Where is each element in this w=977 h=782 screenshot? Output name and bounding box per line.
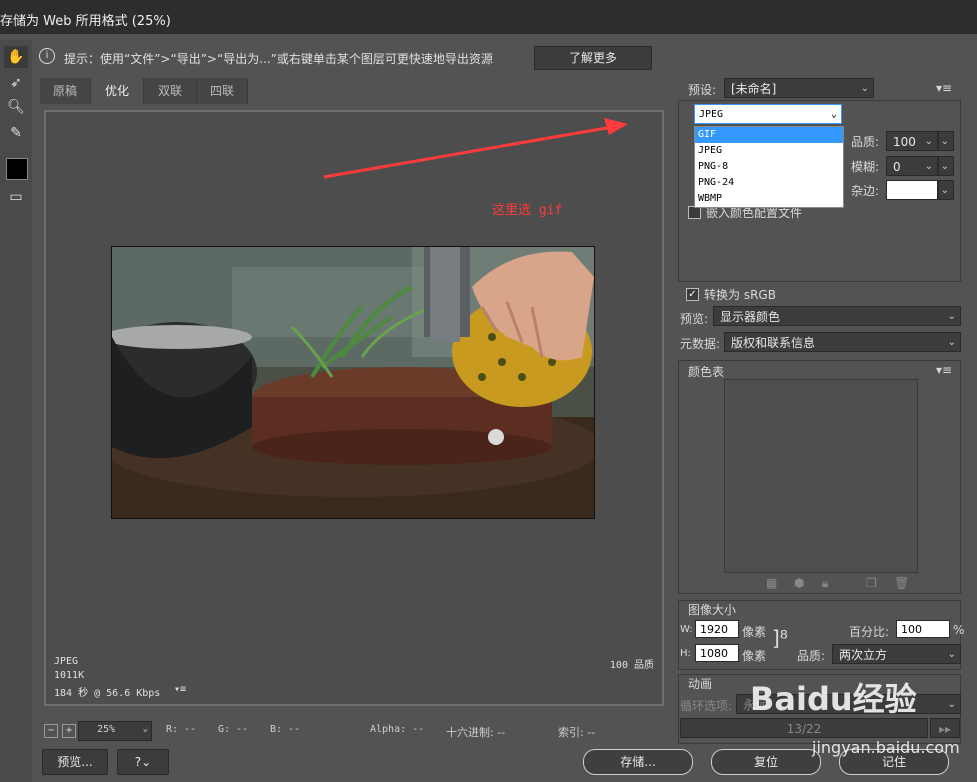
info-format: JPEG (54, 656, 79, 667)
readout-hex: 十六进制: -- (446, 726, 506, 739)
quality-slider-button[interactable]: ⌄ (938, 131, 954, 151)
matte-color-swatch[interactable] (886, 180, 938, 200)
convert-srgb-label: 转换为 sRGB (704, 288, 776, 302)
chevron-down-icon: ⌄ (947, 311, 956, 322)
format-select[interactable]: JPEG ⌄ (694, 104, 842, 124)
chevron-down-icon: ⌄ (830, 109, 837, 120)
readout-b: B: -- (270, 724, 301, 735)
chevron-down-icon: ⌄ (940, 185, 949, 196)
format-option-gif[interactable]: GIF (695, 127, 843, 143)
resample-quality-label: 品质: (797, 649, 826, 663)
width-label: W: (680, 624, 693, 635)
preset-label: 预设: (688, 83, 717, 97)
format-option-jpeg[interactable]: JPEG (695, 143, 843, 159)
quality-select[interactable]: 100 ⌄ (886, 131, 938, 151)
zoom-select[interactable]: 25% ⌄ (78, 721, 152, 741)
chevron-down-icon: ⌄ (924, 161, 933, 172)
color-table-title: 颜色表 (688, 365, 725, 379)
quality-value: 100 (893, 135, 916, 149)
cube-icon[interactable]: ⬢ (794, 576, 804, 590)
percent-label: 百分比: (849, 625, 890, 639)
zoom-value: 25% (97, 724, 116, 735)
chevron-down-icon: ⌄ (947, 699, 956, 710)
readout-index: 索引: -- (558, 726, 596, 739)
preview-value: 显示器颜色 (720, 310, 781, 324)
color-table-menu-icon[interactable]: ▾≡ (936, 363, 952, 377)
status-bar: − + 25% ⌄ R: -- G: -- B: -- Alpha: -- 十六… (40, 718, 666, 742)
zoom-out-button[interactable]: − (44, 724, 58, 738)
readout-r: R: -- (166, 724, 197, 735)
format-dropdown-menu: GIF JPEG PNG-8 PNG-24 WBMP (694, 126, 844, 208)
new-color-icon[interactable]: ❐ (866, 576, 877, 590)
blur-select[interactable]: 0 ⌄ (886, 156, 938, 176)
height-label: H: (680, 648, 691, 659)
chevron-down-icon: ⌄ (940, 136, 949, 147)
width-field[interactable]: 1920 (695, 620, 739, 638)
blur-label: 模糊: (851, 160, 880, 174)
metadata-select[interactable]: 版权和联系信息 ⌄ (724, 332, 961, 352)
matte-label: 杂边: (851, 184, 880, 198)
matte-select[interactable]: ⌄ (938, 180, 954, 200)
web-snap-icon[interactable]: ▦ (766, 576, 777, 590)
percent-unit: % (953, 623, 965, 637)
link-icon[interactable]: ]⁸ (772, 626, 788, 650)
preview-select[interactable]: 显示器颜色 ⌄ (713, 306, 961, 326)
baidu-watermark-url: jingyan.baidu.com (812, 738, 960, 757)
quality-label: 品质: (851, 135, 880, 149)
annotation-text: 这里选 gif (492, 203, 563, 218)
blur-value: 0 (893, 160, 901, 174)
preview-label: 预览: (680, 312, 709, 326)
preview-button[interactable]: 预览... (42, 749, 108, 775)
format-option-wbmp[interactable]: WBMP (695, 191, 843, 207)
trash-icon[interactable]: 🗑︎ (894, 576, 909, 590)
readout-g: G: -- (218, 724, 249, 735)
format-option-png8[interactable]: PNG-8 (695, 159, 843, 175)
info-download-time: 184 秒 @ 56.6 Kbps (54, 688, 161, 699)
blur-slider-button[interactable]: ⌄ (938, 156, 954, 176)
frame-value: 13/22 (786, 722, 822, 736)
next-frame-button[interactable]: ▸▸ (930, 718, 960, 738)
frame-counter: 13/22 (680, 718, 928, 738)
panel-menu-icon[interactable]: ▾≡ (936, 81, 952, 95)
optimized-image-info: JPEG 1011K 184 秒 @ 56.6 Kbps ▾≡ 100 品质 (44, 652, 664, 706)
loop-label: 循环选项: (680, 699, 733, 713)
help-icon: ?⌄ (134, 755, 152, 769)
chevron-down-icon: ⌄ (947, 337, 956, 348)
baidu-watermark-logo: Baidu经验 (750, 680, 917, 718)
percent-field[interactable]: 100 (896, 620, 950, 638)
format-option-png24[interactable]: PNG-24 (695, 175, 843, 191)
chevron-down-icon: ⌄ (924, 136, 933, 147)
save-button[interactable]: 存储... (583, 749, 693, 775)
height-field[interactable]: 1080 (695, 644, 739, 662)
chevron-down-icon: ⌄ (860, 83, 869, 94)
device-central-button[interactable]: ?⌄ (117, 749, 169, 775)
color-table-grid[interactable] (724, 379, 918, 573)
chevron-down-icon: ⌄ (947, 649, 956, 660)
format-value: JPEG (699, 109, 724, 120)
preset-select[interactable]: [未命名] ⌄ (724, 78, 874, 98)
lock-icon[interactable]: 🔒︎ (822, 576, 828, 591)
chevron-down-icon: ⌄ (142, 724, 148, 734)
height-unit: 像素 (742, 649, 767, 663)
metadata-label: 元数据: (680, 337, 721, 351)
reset-button[interactable]: 复位 (711, 749, 821, 775)
preset-value: [未命名] (731, 82, 777, 96)
info-file-size: 1011K (54, 670, 85, 681)
metadata-value: 版权和联系信息 (731, 336, 816, 350)
resample-quality-value: 两次立方 (839, 648, 888, 662)
convert-srgb-checkbox[interactable]: ✓ (686, 288, 699, 301)
resample-quality-select[interactable]: 两次立方 ⌄ (832, 644, 961, 664)
zoom-in-button[interactable]: + (62, 724, 76, 738)
readout-alpha: Alpha: -- (370, 724, 425, 735)
width-unit: 像素 (742, 625, 767, 639)
animation-title: 动画 (688, 677, 713, 691)
download-speed-menu-icon[interactable]: ▾≡ (174, 684, 186, 695)
chevron-down-icon: ⌄ (940, 161, 949, 172)
info-quality: 100 品质 (609, 660, 654, 671)
image-size-title: 图像大小 (688, 603, 737, 617)
